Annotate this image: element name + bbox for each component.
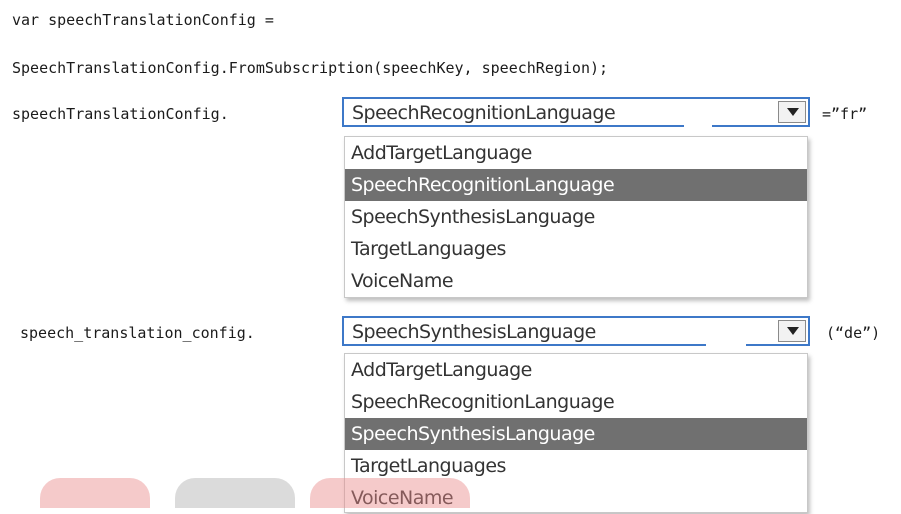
watermark-shape — [310, 478, 470, 508]
code-suffix-fr: =”fr” — [822, 105, 868, 123]
property-dropdown-2-value: SpeechSynthesisLanguage — [352, 321, 596, 343]
dropdown-2-option-selected[interactable]: SpeechSynthesisLanguage — [345, 418, 807, 450]
dropdown-2-option[interactable]: AddTargetLanguage — [345, 354, 807, 386]
dropdown-1-option[interactable]: TargetLanguages — [345, 233, 807, 265]
dropdown-2-option[interactable]: SpeechRecognitionLanguage — [345, 386, 807, 418]
dropdown-1-option[interactable]: AddTargetLanguage — [345, 137, 807, 169]
property-dropdown-1-value: SpeechRecognitionLanguage — [352, 102, 616, 124]
redaction-mark — [684, 111, 712, 131]
dropdown-1-option-selected[interactable]: SpeechRecognitionLanguage — [345, 169, 807, 201]
property-dropdown-1-list: AddTargetLanguage SpeechRecognitionLangu… — [344, 136, 808, 298]
chevron-down-icon[interactable] — [778, 320, 806, 342]
code-line-from-subscription: SpeechTranslationConfig.FromSubscription… — [12, 59, 609, 77]
code-suffix-de: (“de”) — [826, 324, 881, 342]
property-dropdown-1[interactable]: SpeechRecognitionLanguage — [342, 97, 810, 127]
code-line-config-property: speechTranslationConfig. — [12, 105, 229, 123]
dropdown-1-option[interactable]: VoiceName — [345, 265, 807, 297]
watermark-shape — [175, 478, 295, 508]
watermark-shape — [40, 478, 150, 508]
dropdown-1-option[interactable]: SpeechSynthesisLanguage — [345, 201, 807, 233]
code-line-var-declaration: var speechTranslationConfig = — [12, 11, 274, 29]
chevron-down-icon[interactable] — [778, 101, 806, 123]
code-line-snake-config: speech_translation_config. — [20, 324, 255, 342]
